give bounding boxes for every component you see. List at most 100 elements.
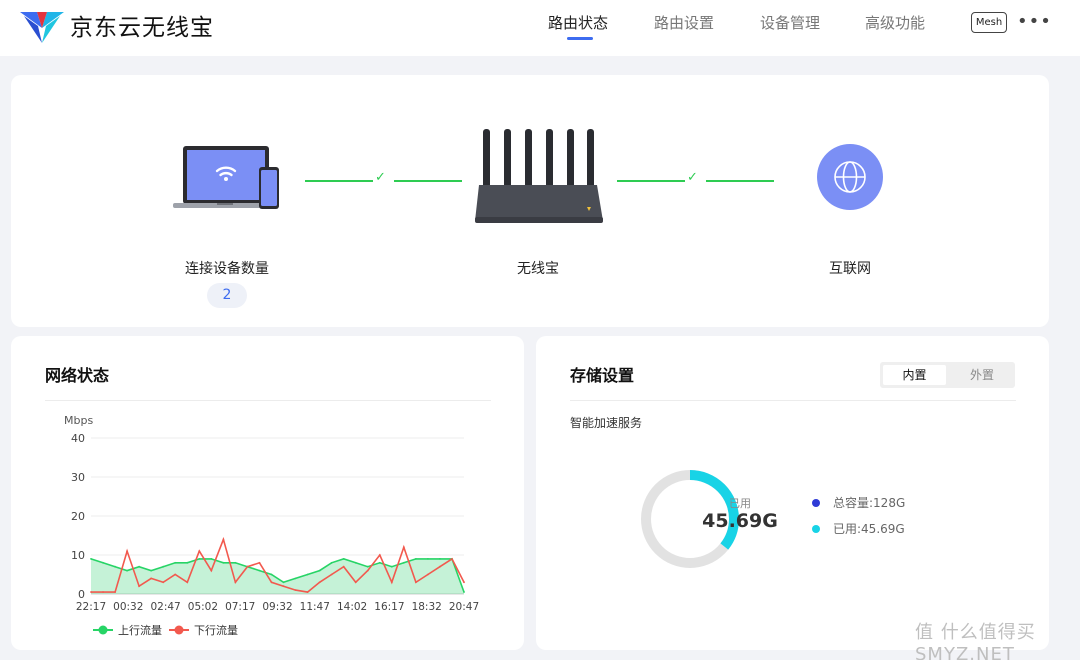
link-line-devices-right [394,180,462,182]
upload-point [463,591,465,593]
download-point [390,581,393,584]
nav-tab-device-management[interactable]: 设备管理 [760,12,820,33]
tab-external[interactable]: 外置 [952,365,1012,385]
upload-point [342,558,345,560]
legend-marker [98,625,108,635]
download-point [186,581,189,584]
storage-title: 存储设置 [570,366,635,385]
download-point [138,585,141,588]
jdcloud-logo-icon [20,12,64,43]
upload-point [306,573,309,576]
laptop-phone-icon[interactable] [171,143,283,213]
x-tick-label: 00:32 [113,601,143,613]
nav-tab-router-status[interactable]: 路由状态 [548,12,608,33]
upload-point [294,577,297,580]
topology-card: ✓ ✓ 连接设备数量 2 无线宝 互联网 [11,75,1049,327]
upload-point [186,561,189,564]
x-tick-label: 05:02 [188,601,218,613]
used-capacity-value: 45.69G [702,510,778,532]
legend-label: 下行流量 [194,623,238,637]
download-point [150,577,153,580]
y-tick-label: 0 [78,588,85,601]
x-tick-label: 20:47 [449,601,479,613]
upload-point [378,561,381,564]
download-point [402,546,405,549]
upload-point [439,558,441,560]
devices-count-badge[interactable]: 2 [207,283,247,308]
download-point [210,569,213,572]
y-tick-label: 40 [71,432,85,445]
download-point [198,550,201,552]
upload-point [162,565,165,568]
download-point [162,581,165,584]
download-point [378,554,381,556]
download-point [174,573,177,576]
upload-point [282,581,285,584]
download-point [427,573,429,576]
link-line-devices-left [305,180,373,182]
upload-point [402,561,405,564]
upload-point [234,561,237,564]
smart-acceleration-label: 智能加速服务 [570,416,643,430]
storage-card: 存储设置 内置 外置 智能加速服务 已用 45.69G 总容量:128G 已用:… [536,336,1049,650]
download-point [126,550,128,552]
legend-dot [812,498,820,507]
download-point [318,581,321,584]
nav-tab-advanced-features[interactable]: 高级功能 [865,12,925,33]
upload-point [126,569,128,572]
upload-area [91,558,464,594]
legend-total-capacity: 总容量:128G [812,494,905,511]
upload-point [258,569,261,572]
download-point [90,591,92,593]
y-tick-label: 10 [71,549,85,562]
link-line-internet-left [617,180,685,182]
app-title: 京东云无线宝 [70,15,214,41]
y-tick-label: 20 [71,510,85,523]
upload-point [174,561,177,564]
download-point [114,591,116,593]
nav-tab-router-settings[interactable]: 路由设置 [654,12,714,33]
ellipsis-icon[interactable]: ••• [1017,11,1052,32]
x-tick-label: 18:32 [412,601,442,613]
upload-point [210,558,213,560]
globe-icon[interactable] [817,144,883,210]
internet-label: 互联网 [829,261,871,277]
legend-label: 上行流量 [118,623,162,637]
legend-dot [812,524,820,533]
router-label: 无线宝 [517,261,559,277]
upload-point [198,558,201,560]
donut-caption: 已用 [729,497,751,510]
mesh-button[interactable]: Mesh [971,12,1007,33]
nav-active-underline [567,37,593,40]
router-icon[interactable] [473,127,603,227]
x-tick-label: 16:17 [374,601,404,613]
upload-point [150,569,153,572]
x-tick-label: 07:17 [225,601,255,613]
upload-point [138,565,141,568]
x-tick-label: 02:47 [150,601,180,613]
upload-point [366,565,369,568]
x-tick-label: 14:02 [337,601,367,613]
download-point [102,591,104,593]
check-icon: ✓ [687,170,698,185]
y-axis-unit: Mbps [64,414,93,427]
download-point [354,581,357,584]
top-header: 京东云无线宝 路由状态 路由设置 设备管理 高级功能 Mesh ••• [0,0,1080,56]
used-capacity-label: 已用:45.69G [833,522,905,536]
upload-point [222,561,225,564]
upload-point [102,561,104,564]
download-point [294,589,297,591]
upload-point [318,569,321,572]
devices-label: 连接设备数量 [185,261,269,277]
upload-point [330,561,333,564]
upload-point [90,558,92,560]
network-traffic-chart: Mbps 40 30 20 10 022:17 00:32 02:47 05:02 07:17 09… [64,414,479,637]
check-icon: ✓ [375,170,386,185]
tab-internal[interactable]: 内置 [883,365,946,385]
download-point [258,561,261,564]
x-tick-label: 22:17 [76,601,106,613]
upload-point [427,558,429,560]
download-point [270,581,273,584]
upload-point [414,558,417,560]
storage-tab-switch: 内置 外置 [880,362,1015,388]
